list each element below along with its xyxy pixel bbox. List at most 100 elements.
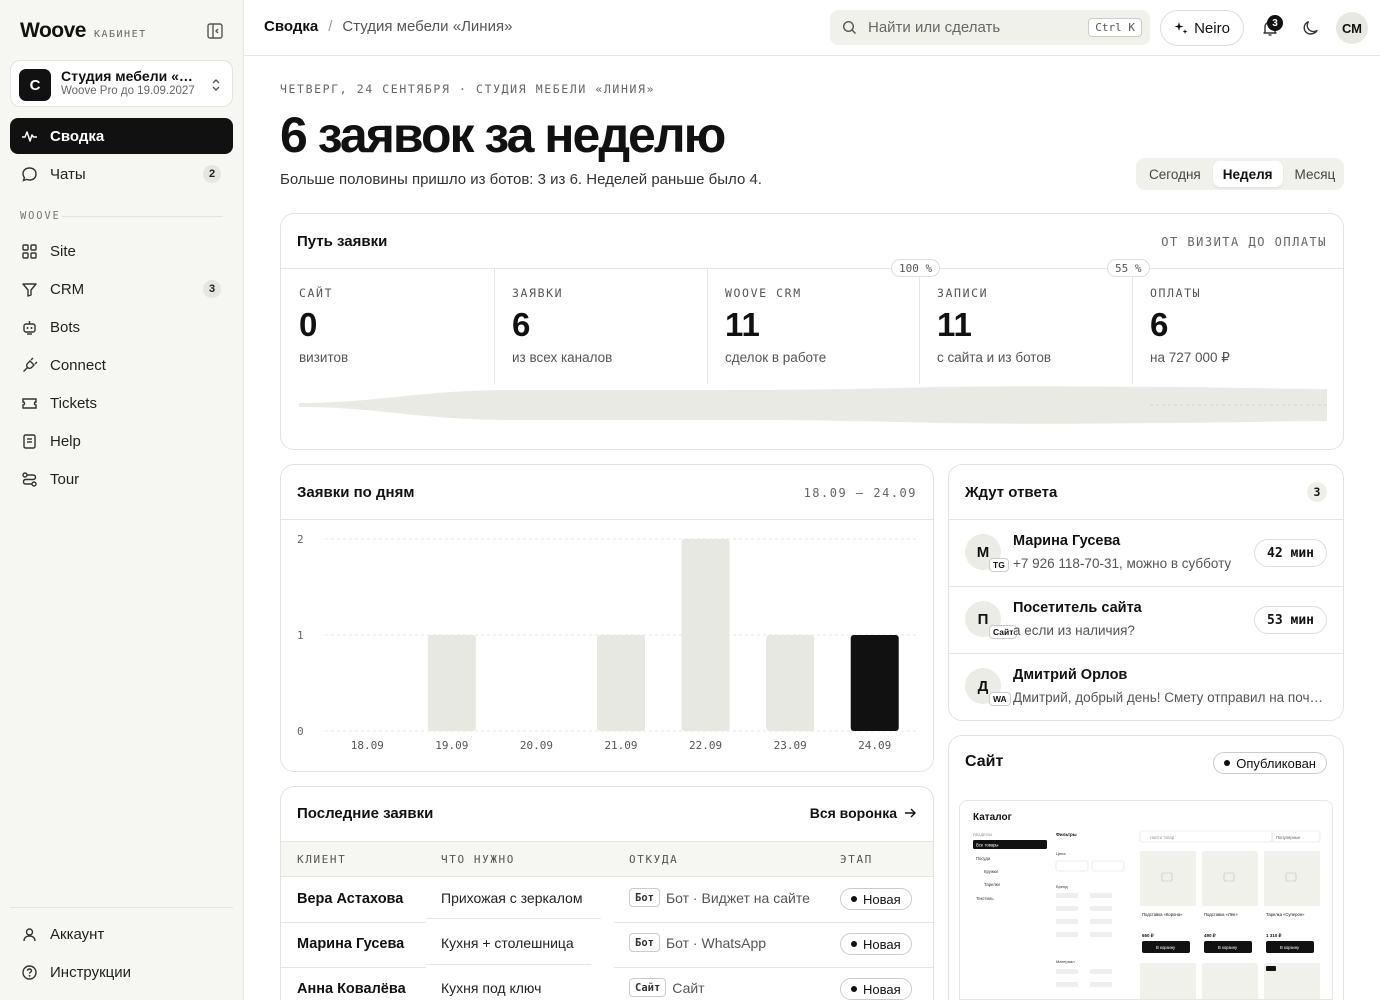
funnel-stage-bookings[interactable]: ЗАПИСИ 11 с сайта и из ботов (919, 268, 1132, 384)
preview-heading: Каталог (973, 812, 1012, 823)
lead-source: Бот Бот · WhatsApp (629, 933, 766, 952)
pulse-icon (22, 130, 37, 142)
table-row[interactable]: Марина Гусева Кухня + столешница Бот Бот… (281, 922, 933, 967)
stage-value: 6 (1150, 306, 1169, 343)
sidebar-item-instructions[interactable]: Инструкции (10, 954, 233, 990)
nav-divider (62, 216, 223, 217)
sidebar-item-help[interactable]: Help (10, 423, 233, 459)
sidebar-item-chats[interactable]: Чаты 2 (10, 156, 233, 192)
notifications-badge: 3 (1267, 15, 1283, 31)
funnel-stage-leads[interactable]: ЗАЯВКИ 6 из всех каналов (494, 268, 707, 384)
user-icon (23, 927, 36, 941)
route-icon (22, 471, 37, 487)
sidebar-item-connect[interactable]: Connect (10, 347, 233, 383)
column-header: ОТКУДА (629, 853, 679, 866)
y-tick-label: 1 (297, 629, 304, 642)
conversion-pill: 100 % (891, 259, 941, 277)
recent-leads-card: Последние заявки Вся воронка КЛИЕНТ ЧТО … (280, 786, 934, 1000)
preview-section: Посуда (976, 856, 991, 861)
neiro-button[interactable]: Neiro (1160, 10, 1244, 46)
site-status-badge: Опубликован (1213, 752, 1327, 774)
site-preview-image: Каталог РАЗДЕЛЫ Все товары Посуда Кружки… (973, 812, 1321, 999)
grid-icon (22, 243, 37, 259)
awaiting-item[interactable]: П Сайт Посетитель сайта а если из наличи… (949, 586, 1343, 653)
period-switcher: Сегодня Неделя Месяц (1136, 158, 1344, 190)
source-text: Бот · WhatsApp (665, 934, 767, 951)
neiro-label: Neiro (1194, 19, 1230, 37)
sidebar-item-label: Tickets (50, 394, 97, 412)
chart-bar (850, 635, 899, 731)
sidebar-item-tour[interactable]: Tour (10, 461, 233, 497)
sidebar-item-label: Site (50, 242, 76, 260)
search-input[interactable]: Найти или сделать Ctrl K (830, 10, 1150, 45)
status-badge: Новая (840, 888, 912, 910)
user-avatar[interactable]: СМ (1336, 12, 1368, 44)
row-divider (426, 964, 591, 965)
arrow-right-icon (905, 808, 916, 818)
theme-toggle[interactable] (1302, 18, 1322, 38)
table-row[interactable]: Вера Астахова Прихожая с зеркалом Бот Бо… (281, 877, 933, 922)
table-row[interactable]: Анна Ковалёва Кухня под ключ Сайт Сайт Н… (281, 967, 933, 1000)
preview-product-name: Тарелка «Суперон» (1266, 912, 1305, 917)
view-funnel-label: Вся воронка (809, 805, 897, 821)
row-divider (426, 918, 601, 919)
column-header: ЧТО НУЖНО (441, 853, 516, 866)
workspace-plan: Woove Pro до 19.09.2027 (61, 85, 195, 97)
nav-divider (10, 907, 233, 908)
sidebar-item-crm[interactable]: CRM 3 (10, 271, 233, 307)
y-tick-label: 0 (297, 725, 304, 738)
preview-sections-label: РАЗДЕЛЫ (973, 832, 992, 837)
sidebar-item-account[interactable]: Аккаунт (10, 916, 233, 952)
contact-name: Марина Гусева (1013, 533, 1121, 549)
preview-material-label: Материал (1056, 959, 1075, 964)
sidebar-item-tickets[interactable]: Tickets (10, 385, 233, 421)
chart-title: Заявки по дням (297, 484, 415, 501)
workspace-switcher[interactable]: С Студия мебели «Линия» Woove Pro до 19.… (10, 60, 233, 107)
status-dot (1224, 760, 1231, 766)
x-tick-label: 22.09 (689, 739, 722, 752)
stage-value: 0 (299, 306, 318, 343)
status-dot (851, 941, 857, 947)
status-label: Новая (863, 981, 901, 997)
stage-value: 11 (725, 306, 760, 343)
breadcrumb-root[interactable]: Сводка (264, 18, 318, 35)
x-tick-label: 20.09 (520, 739, 553, 752)
stage-sub: из всех каналов (512, 350, 613, 365)
book-icon (23, 433, 36, 449)
funnel-icon (22, 282, 37, 297)
topbar: Сводка / Студия мебели «Линия» Найти или… (244, 0, 1380, 56)
y-tick-label: 2 (297, 533, 304, 546)
date-line: ЧЕТВЕРГ, 24 СЕНТЯБРЯ · СТУДИЯ МЕБЕЛИ «ЛИ… (280, 82, 656, 96)
period-today[interactable]: Сегодня (1139, 161, 1211, 187)
preview-product-price: 650 ₽ (1142, 933, 1155, 938)
view-funnel-link[interactable]: Вся воронка (810, 805, 917, 821)
preview-add-button: В корзину (1218, 945, 1238, 950)
site-preview[interactable]: Каталог РАЗДЕЛЫ Все товары Посуда Кружки… (959, 800, 1333, 1000)
sidebar-item-site[interactable]: Site (10, 233, 233, 269)
funnel-stage-crm[interactable]: WOOVE CRM 11 сделок в работе (707, 268, 920, 384)
sidebar-item-bots[interactable]: Bots (10, 309, 233, 345)
chats-count-badge: 2 (203, 165, 221, 183)
brand-subtitle: КАБИНЕТ (93, 29, 147, 40)
lead-source: Бот Бот · Виджет на сайте (629, 888, 810, 907)
stage-value: 6 (512, 306, 531, 343)
sidebar-item-label: Аккаунт (50, 925, 105, 943)
sparkle-icon (1174, 22, 1188, 34)
awaiting-item[interactable]: М TG Марина Гусева +7 926 118-70-31, мож… (949, 519, 1343, 586)
daily-chart-card: Заявки по дням 18.09 – 24.09 0 1 2 18.09 19.… (280, 464, 934, 772)
recent-leads-title: Последние заявки (297, 805, 434, 822)
contact-name: Дмитрий Орлов (1013, 667, 1128, 683)
source-text: Сайт (672, 979, 705, 996)
wait-time-badge: 42 мин (1254, 539, 1327, 567)
funnel-stage-payments[interactable]: ОПЛАТЫ 6 на 727 000 ₽ (1132, 268, 1345, 384)
funnel-stage-site[interactable]: САЙТ 0 визитов (281, 268, 494, 384)
awaiting-item[interactable]: Д WA Дмитрий Орлов Дмитрий, добрый день!… (949, 653, 1343, 720)
sidebar-item-summary[interactable]: Сводка (10, 118, 233, 154)
period-week[interactable]: Неделя (1212, 161, 1283, 187)
brand-name: Woove (20, 19, 86, 42)
status-dot (851, 986, 857, 992)
sidebar-collapse-icon[interactable] (206, 22, 224, 40)
preview-product-price: 1 310 ₽ (1266, 933, 1283, 938)
period-month[interactable]: Месяц (1285, 161, 1346, 187)
help-circle-icon (22, 964, 37, 980)
